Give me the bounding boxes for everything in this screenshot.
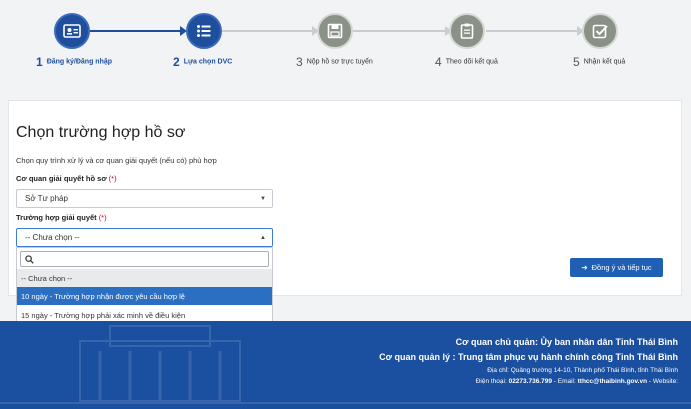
step-number: 3 [296,55,303,69]
step-text: Nhận kết quả [583,58,626,66]
step-text: Đăng ký/Đăng nhập [46,58,113,66]
step-connector [90,30,180,32]
required-mark: (*) [98,213,107,222]
step-3-label: 3 Nộp hồ sơ trực tuyến [296,55,373,69]
case-dropdown: -- Chưa chọn -- 10 ngày - Trường hợp nhậ… [16,247,273,325]
button-label: Đồng ý và tiếp tục [591,263,652,272]
step-connector [222,30,314,32]
agency-selected-value: Sở Tư pháp [25,194,68,203]
floppy-disk-icon [327,23,343,39]
step-number: 1 [36,55,43,69]
clipboard-icon [460,23,474,39]
agency-select[interactable]: Sở Tư pháp ▼ [16,189,273,208]
step-2-circle[interactable] [186,13,222,49]
arrow-right-icon: ➔ [581,263,588,272]
dropdown-option[interactable]: -- Chưa chọn -- [17,269,272,287]
case-field-label: Trường hợp giải quyết (*) [16,213,107,222]
step-text: Theo dõi kết quả [445,58,498,66]
step-3-circle[interactable] [317,13,353,49]
phone-number[interactable]: 02273.736.799 [509,378,552,385]
agree-continue-button[interactable]: ➔ Đồng ý và tiếp tục [570,258,663,277]
step-text: Nộp hồ sơ trực tuyến [306,58,373,66]
page-title: Chọn trường hợp hồ sơ [16,124,186,141]
footer-contact: Điện thoại: 02273.736.799 - Email: tthcc… [476,378,678,385]
step-5-circle[interactable] [582,13,618,49]
step-number: 5 [573,55,580,69]
footer-owner: Cơ quan chủ quản: Ủy ban nhân dân Tỉnh T… [455,337,678,347]
site-footer: Cơ quan chủ quản: Ủy ban nhân dân Tỉnh T… [0,321,691,409]
step-connector [353,30,447,32]
step-5-label: 5 Nhận kết quả [573,55,625,69]
list-icon [197,25,211,37]
step-number: 4 [435,55,442,69]
dropdown-search-input[interactable] [20,251,269,267]
step-number: 2 [173,55,180,69]
email-link[interactable]: tthcc@thaibinh.gov.vn [578,378,647,385]
case-selected-value: -- Chưa chọn -- [25,233,80,242]
progress-stepper: 1 Đăng ký/Đăng nhập 2 Lựa chọn DVC 3 Nộp hồ… [0,0,691,80]
phone-prefix: Điện thoại: [475,378,509,385]
footer-address: Địa chỉ: Quảng trường 14-10, Thành phố T… [487,367,678,374]
email-prefix: - Email: [551,378,578,385]
case-label-text: Trường hợp giải quyết [16,213,97,222]
agency-field-label: Cơ quan giải quyết hồ sơ (*) [16,174,117,183]
chevron-up-icon: ▲ [260,235,266,241]
required-mark: (*) [108,174,117,183]
case-select[interactable]: -- Chưa chọn -- ▲ [16,228,273,247]
step-text: Lựa chọn DVC [183,58,233,66]
step-1-label: 1 Đăng ký/Đăng nhập [36,55,112,69]
case-selection-card: Chọn trường hợp hồ sơ Chọn quy trình xử … [8,100,682,325]
checkbox-icon [592,24,608,39]
id-card-icon [63,24,81,38]
step-2-label: 2 Lựa chọn DVC [173,55,232,69]
page-subtitle: Chọn quy trình xử lý và cơ quan giải quy… [16,156,217,165]
footer-background-pattern [0,325,691,404]
dropdown-option[interactable]: 10 ngày - Trường hợp nhận được yêu cầu h… [17,287,272,305]
footer-manager: Cơ quan quản lý : Trung tâm phục vụ hành… [379,352,678,362]
chevron-down-icon: ▼ [260,196,266,202]
website-prefix: - Website: [647,378,678,385]
step-1-circle[interactable] [54,13,90,49]
step-4-circle[interactable] [449,13,485,49]
agency-label-text: Cơ quan giải quyết hồ sơ [16,174,107,183]
search-icon [25,255,34,264]
step-connector [486,30,579,32]
step-4-label: 4 Theo dõi kết quả [435,55,498,69]
